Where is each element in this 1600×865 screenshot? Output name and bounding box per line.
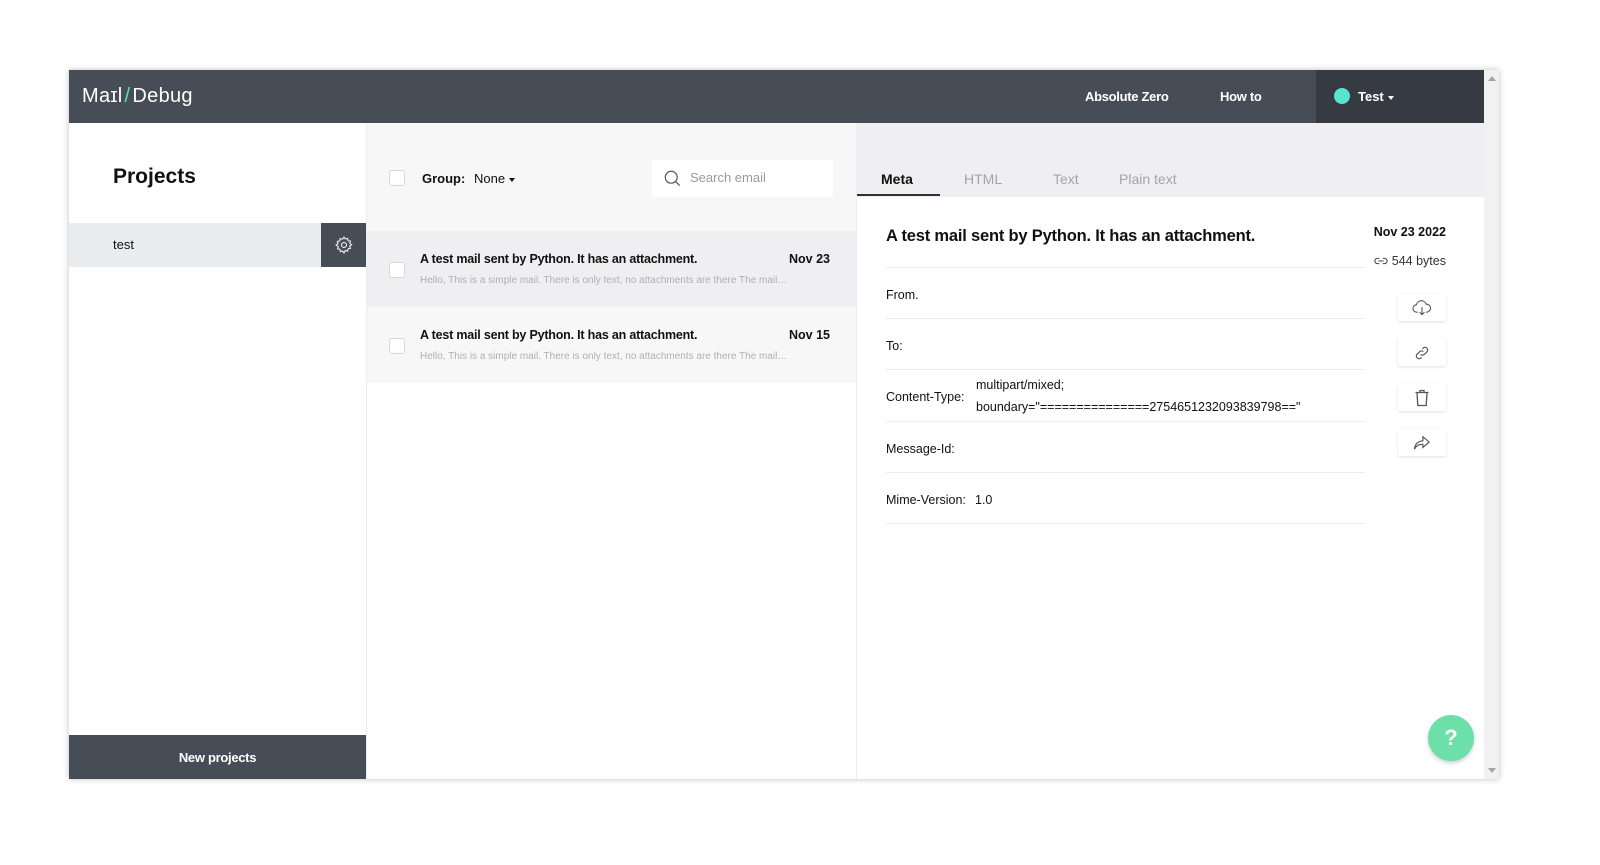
cloud-download-icon — [1412, 299, 1432, 315]
link-icon — [1415, 346, 1429, 359]
detail-date: Nov 23 2022 — [1373, 225, 1446, 239]
active-tab-indicator — [857, 194, 940, 196]
project-name: test — [113, 237, 134, 252]
mail-date: Nov 15 — [789, 328, 830, 342]
scroll-up-arrow-icon[interactable] — [1488, 76, 1496, 81]
user-name: Test — [1358, 89, 1394, 104]
detail-size: 544 bytes — [1374, 254, 1446, 268]
mail-preview: Hello, This is a simple mail. There is o… — [420, 351, 788, 362]
project-item[interactable]: test — [69, 223, 366, 267]
user-menu[interactable]: Test — [1316, 70, 1484, 123]
logo-mail: Maɪl — [82, 85, 123, 107]
new-projects-button[interactable]: New projects — [69, 735, 366, 779]
scroll-down-arrow-icon[interactable] — [1488, 768, 1496, 773]
detail-tabs: Meta HTML Text Plain text — [857, 123, 1484, 197]
meta-content-type-value-1: multipart/mixed; — [976, 378, 1065, 392]
mail-list-item[interactable]: A test mail sent by Python. It has an at… — [367, 231, 856, 307]
tab-html[interactable]: HTML — [964, 171, 1002, 187]
caret-down-icon — [509, 177, 516, 182]
gear-icon — [334, 236, 353, 255]
group-dropdown[interactable]: None — [474, 171, 516, 186]
caret-down-icon — [1387, 95, 1394, 100]
delete-button[interactable] — [1398, 384, 1446, 411]
mail-list-item[interactable]: A test mail sent by Python. It has an at… — [367, 307, 856, 383]
meta-to-label: To: — [886, 339, 903, 353]
link-icon — [1374, 257, 1388, 265]
nav-how-to[interactable]: How to — [1220, 89, 1262, 104]
detail-subject: A test mail sent by Python. It has an at… — [886, 227, 1256, 245]
trash-icon — [1415, 389, 1429, 406]
tab-meta[interactable]: Meta — [881, 171, 913, 187]
mail-list-panel: Group: None A test mail sent by Python. … — [367, 123, 857, 779]
divider — [886, 421, 1365, 422]
divider — [886, 523, 1365, 524]
mail-preview: Hello, This is a simple mail. There is o… — [420, 275, 788, 286]
mail-debug-app: Maɪl / Debug Absolute Zero How to Test Pro… — [69, 70, 1484, 779]
projects-sidebar: Projects test New projects — [69, 123, 367, 779]
divider — [886, 267, 1365, 268]
meta-mime-version-label: Mime-Version: — [886, 493, 966, 507]
search-box — [652, 160, 833, 197]
divider — [886, 318, 1365, 319]
tab-text[interactable]: Text — [1053, 171, 1079, 187]
share-icon — [1413, 435, 1430, 449]
copy-link-button[interactable] — [1398, 339, 1446, 366]
tab-plain-text[interactable]: Plain text — [1119, 171, 1177, 187]
logo-slash: / — [124, 85, 131, 107]
mail-date: Nov 23 — [789, 252, 830, 266]
download-button[interactable] — [1398, 294, 1446, 321]
nav-absolute-zero[interactable]: Absolute Zero — [1085, 89, 1169, 104]
meta-message-id-label: Message-Id: — [886, 442, 955, 456]
select-all-checkbox[interactable] — [389, 170, 405, 186]
projects-title: Projects — [113, 165, 196, 188]
divider — [886, 472, 1365, 473]
logo-debug: Debug — [132, 85, 193, 107]
meta-mime-version-value: 1.0 — [975, 493, 993, 507]
divider — [886, 369, 1365, 370]
mail-subject: A test mail sent by Python. It has an at… — [420, 252, 698, 266]
meta-content-type-value-2: boundary="===============275465123209383… — [976, 400, 1301, 414]
list-toolbar: Group: None — [367, 123, 856, 231]
project-settings-button[interactable] — [321, 223, 366, 267]
mail-detail-panel: Meta HTML Text Plain text A test mail se… — [857, 123, 1484, 779]
page-scrollbar[interactable] — [1484, 70, 1499, 779]
mail-checkbox[interactable] — [389, 262, 405, 278]
search-input[interactable] — [690, 170, 825, 185]
logo[interactable]: Maɪl / Debug — [82, 85, 193, 108]
group-label: Group: — [422, 171, 466, 186]
user-status-dot — [1334, 88, 1350, 104]
meta-from-label: From. — [886, 288, 919, 302]
search-icon — [664, 170, 681, 187]
mail-checkbox[interactable] — [389, 338, 405, 354]
forward-button[interactable] — [1398, 429, 1446, 456]
mail-subject: A test mail sent by Python. It has an at… — [420, 328, 698, 342]
meta-content-type-label: Content-Type: — [886, 390, 965, 404]
browser-window: Maɪl / Debug Absolute Zero How to Test Pro… — [69, 70, 1499, 779]
help-button[interactable]: ? — [1428, 715, 1474, 761]
top-bar: Maɪl / Debug Absolute Zero How to Test — [69, 70, 1484, 123]
